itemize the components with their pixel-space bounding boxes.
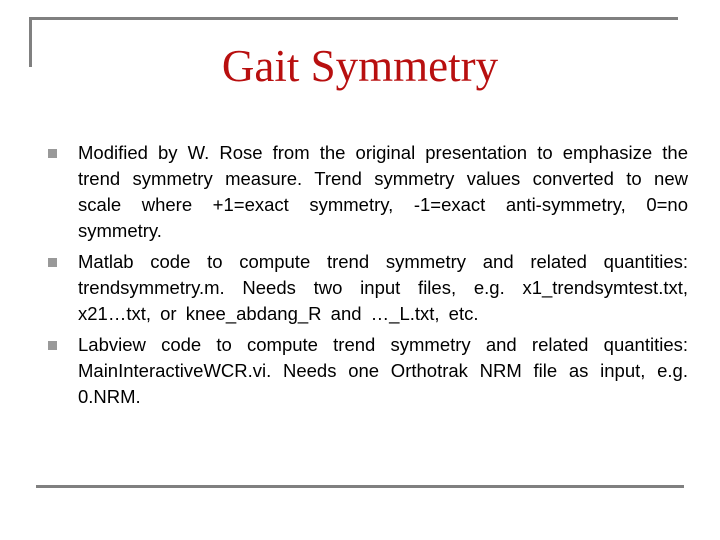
slide-title: Gait Symmetry — [221, 41, 499, 91]
top-rule-decoration — [29, 17, 678, 20]
bottom-rule-decoration — [36, 485, 684, 488]
bullet-item: Modified by W. Rose from the original pr… — [48, 140, 688, 244]
bullet-list: Modified by W. Rose from the original pr… — [48, 140, 688, 415]
bullet-text: Matlab code to compute trend symmetry an… — [78, 251, 688, 324]
square-bullet-icon — [48, 149, 57, 158]
bullet-item: Labview code to compute trend symmetry a… — [48, 332, 688, 410]
bullet-item: Matlab code to compute trend symmetry an… — [48, 249, 688, 327]
square-bullet-icon — [48, 341, 57, 350]
square-bullet-icon — [48, 258, 57, 267]
bullet-text: Labview code to compute trend symmetry a… — [78, 334, 688, 407]
bullet-text: Modified by W. Rose from the original pr… — [78, 142, 688, 241]
